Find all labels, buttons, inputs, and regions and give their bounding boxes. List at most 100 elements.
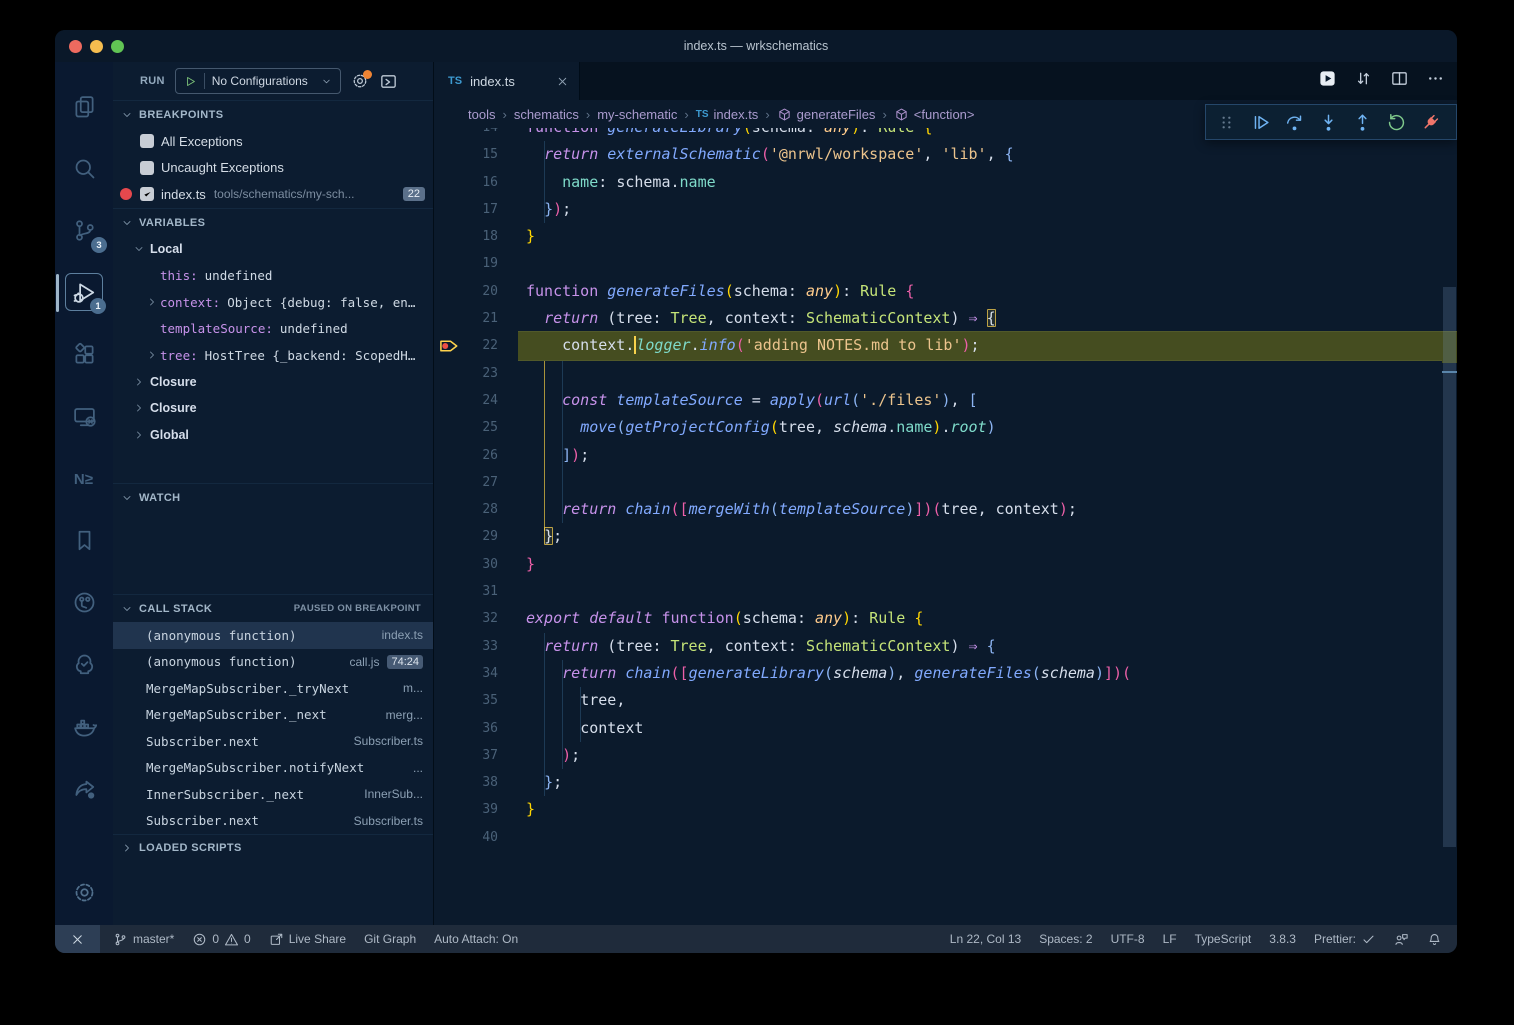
statusbar-item-problems[interactable]: 00: [183, 925, 259, 953]
gutter[interactable]: 27: [434, 469, 518, 496]
stack-frame-row[interactable]: Subscriber.nextSubscriber.ts: [113, 728, 433, 755]
gutter[interactable]: 24: [434, 387, 518, 414]
gutter[interactable]: 26: [434, 442, 518, 469]
gutter[interactable]: 40: [434, 824, 518, 851]
activity-item-nx-console[interactable]: N≥: [65, 459, 103, 497]
activity-item-settings[interactable]: [65, 873, 103, 911]
code-text[interactable]: [518, 578, 1457, 605]
checkbox[interactable]: [140, 134, 154, 148]
configure-launch-button[interactable]: [351, 72, 369, 90]
code-text[interactable]: return externalSchematic('@nrwl/workspac…: [518, 141, 1457, 168]
code-text[interactable]: [518, 250, 1457, 277]
code-text[interactable]: context: [518, 715, 1457, 742]
code-text[interactable]: return chain([generateLibrary(schema), g…: [518, 660, 1457, 687]
variable-row[interactable]: context:Object {debug: false, en…: [113, 289, 433, 316]
code-text[interactable]: tree,: [518, 687, 1457, 714]
activity-item-remote-explorer[interactable]: [65, 397, 103, 435]
code-text[interactable]: move(getProjectConfig(tree, schema.name)…: [518, 414, 1457, 441]
breadcrumb-item[interactable]: TSindex.ts: [696, 107, 759, 122]
split-editor-button[interactable]: [1390, 69, 1409, 93]
gutter[interactable]: 31: [434, 578, 518, 605]
gutter[interactable]: 18: [434, 223, 518, 250]
gutter[interactable]: 39: [434, 796, 518, 823]
breadcrumb-item[interactable]: my-schematic: [597, 107, 677, 122]
debug-console-button[interactable]: [379, 72, 398, 91]
variable-row[interactable]: templateSource:undefined: [113, 316, 433, 343]
watch-section-header[interactable]: WATCH: [113, 483, 433, 511]
step-into-button[interactable]: [1313, 107, 1344, 137]
breakpoints-section-header[interactable]: BREAKPOINTS: [113, 100, 433, 128]
code-text[interactable]: };: [518, 769, 1457, 796]
gutter[interactable]: 37: [434, 742, 518, 769]
stack-frame-row[interactable]: (anonymous function)index.ts: [113, 622, 433, 649]
scope-row[interactable]: Global: [113, 422, 433, 449]
breadcrumb-item[interactable]: schematics: [514, 107, 579, 122]
code-text[interactable]: }: [518, 796, 1457, 823]
statusbar-item-typescript-version[interactable]: 3.8.3: [1260, 925, 1305, 953]
statusbar-item-indentation[interactable]: Spaces: 2: [1030, 925, 1101, 953]
code-text[interactable]: }: [518, 551, 1457, 578]
step-over-button[interactable]: [1279, 107, 1310, 137]
gutter[interactable]: 29: [434, 523, 518, 550]
activity-item-extensions[interactable]: [65, 335, 103, 373]
gutter[interactable]: 36: [434, 715, 518, 742]
code-text[interactable]: function generateFiles(schema: any): Rul…: [518, 278, 1457, 305]
tab-index-ts[interactable]: TS index.ts: [434, 62, 580, 100]
code-text[interactable]: }: [518, 223, 1457, 250]
code-text[interactable]: [518, 824, 1457, 851]
variable-row[interactable]: this:undefined: [113, 263, 433, 290]
statusbar-item-cursor-position[interactable]: Ln 22, Col 13: [941, 925, 1030, 953]
debug-config-dropdown[interactable]: No Configurations: [175, 68, 341, 94]
loaded-scripts-section-header[interactable]: LOADED SCRIPTS: [113, 834, 433, 925]
code-text[interactable]: [518, 360, 1457, 387]
gutter[interactable]: 25: [434, 414, 518, 441]
checkbox[interactable]: [140, 161, 154, 175]
statusbar-item-feedback[interactable]: [1385, 925, 1418, 953]
statusbar-item-remote-indicator[interactable]: [55, 925, 100, 953]
statusbar-item-auto-attach[interactable]: Auto Attach: On: [425, 925, 527, 953]
code-text[interactable]: ]);: [518, 442, 1457, 469]
run-code-button[interactable]: [1318, 69, 1337, 93]
statusbar-item-git-graph[interactable]: Git Graph: [355, 925, 425, 953]
statusbar-item-git-branch[interactable]: master*: [104, 925, 183, 953]
code-text[interactable]: };: [518, 523, 1457, 550]
drag-handle[interactable]: [1211, 107, 1242, 137]
gutter[interactable]: 19: [434, 250, 518, 277]
code-editor[interactable]: 14function generateLibrary(schema: any):…: [434, 128, 1457, 925]
stack-frame-row[interactable]: MergeMapSubscriber._tryNextm...: [113, 675, 433, 702]
statusbar-item-prettier[interactable]: Prettier:: [1305, 925, 1385, 953]
gutter[interactable]: 22: [434, 332, 518, 359]
statusbar-item-encoding[interactable]: UTF-8: [1102, 925, 1154, 953]
gutter[interactable]: 17: [434, 196, 518, 223]
gutter[interactable]: 32: [434, 605, 518, 632]
statusbar-item-notifications[interactable]: [1418, 925, 1451, 953]
continue-button[interactable]: [1245, 107, 1276, 137]
activity-item-todo-tree[interactable]: [65, 645, 103, 683]
code-text[interactable]: });: [518, 196, 1457, 223]
breakpoint-row[interactable]: Uncaught Exceptions: [113, 155, 433, 182]
restart-button[interactable]: [1381, 107, 1412, 137]
code-text[interactable]: return (tree: Tree, context: SchematicCo…: [518, 633, 1457, 660]
scrollbar[interactable]: [1442, 128, 1457, 925]
gutter[interactable]: 28: [434, 496, 518, 523]
gutter[interactable]: 20: [434, 278, 518, 305]
gutter[interactable]: 30: [434, 551, 518, 578]
activity-item-search[interactable]: [65, 149, 103, 187]
code-text[interactable]: return chain([mergeWith(templateSource)]…: [518, 496, 1457, 523]
breadcrumb-item[interactable]: tools: [468, 107, 495, 122]
code-text[interactable]: name: schema.name: [518, 169, 1457, 196]
statusbar-item-live-share[interactable]: Live Share: [260, 925, 355, 953]
gutter[interactable]: 38: [434, 769, 518, 796]
more-actions-button[interactable]: [1426, 69, 1445, 93]
stack-frame-row[interactable]: MergeMapSubscriber._nextmerg...: [113, 702, 433, 729]
close-tab-icon[interactable]: [556, 75, 569, 88]
stack-frame-row[interactable]: MergeMapSubscriber.notifyNext...: [113, 755, 433, 782]
gutter[interactable]: 14: [434, 128, 518, 141]
gutter[interactable]: 23: [434, 360, 518, 387]
gutter[interactable]: 16: [434, 169, 518, 196]
code-text[interactable]: export default function(schema: any): Ru…: [518, 605, 1457, 632]
stack-frame-row[interactable]: Subscriber.nextSubscriber.ts: [113, 808, 433, 835]
variables-section-header[interactable]: VARIABLES: [113, 208, 433, 236]
breadcrumb-item[interactable]: <function>: [894, 107, 975, 122]
gutter[interactable]: 34: [434, 660, 518, 687]
